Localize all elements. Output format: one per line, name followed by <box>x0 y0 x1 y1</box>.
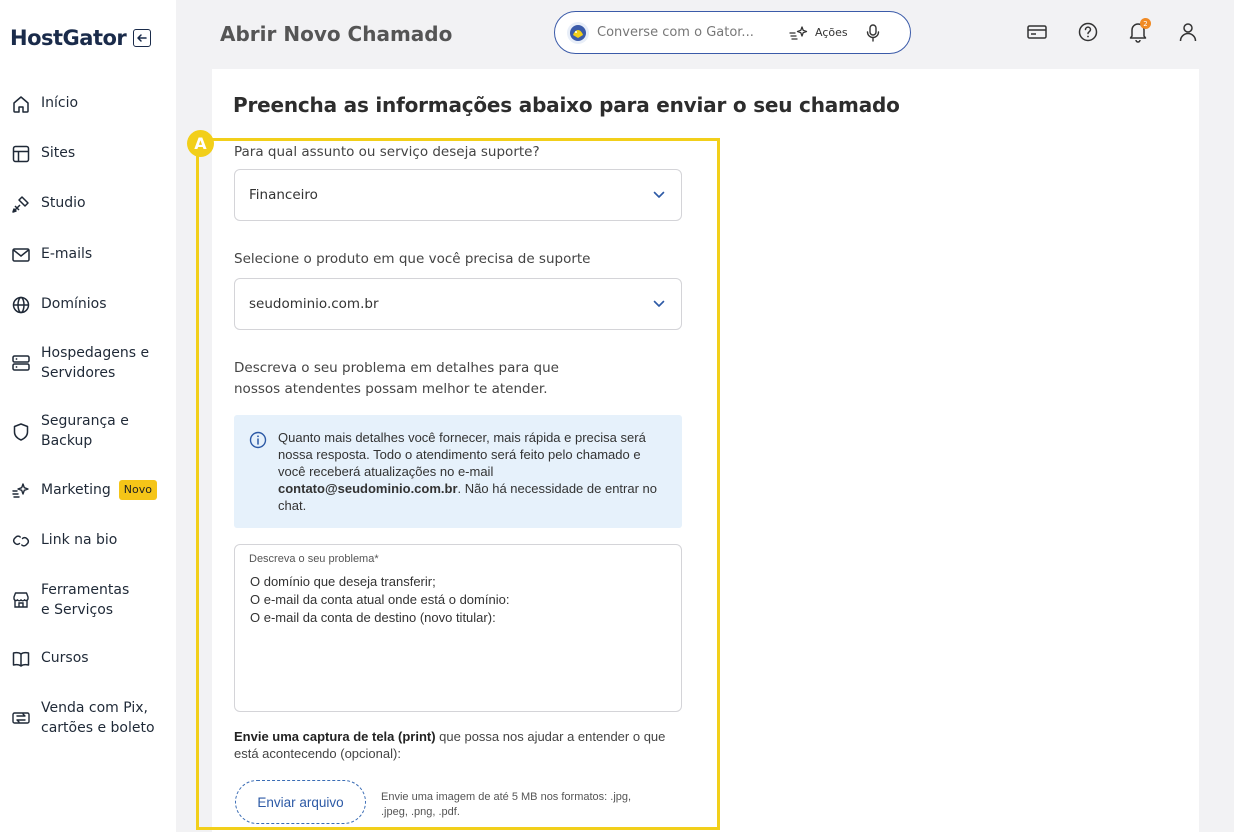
sidebar-item-label: Hospedagens e Servidores <box>41 345 150 381</box>
store-icon <box>10 589 32 611</box>
chevron-down-icon <box>653 191 665 198</box>
book-icon <box>10 648 32 670</box>
sidebar-item-label: Cursos <box>41 650 89 666</box>
sidebar-item-link-na-bio[interactable]: Link na bio <box>10 530 170 552</box>
globe-icon <box>10 294 32 316</box>
brand-logo[interactable]: HostGator <box>10 24 152 52</box>
upload-instructions-bold: Envie uma captura de tela (print) <box>234 729 436 744</box>
sidebar-item-label: Domínios <box>41 296 107 312</box>
user-account-icon[interactable] <box>1176 20 1200 44</box>
top-header: Abrir Novo Chamado Ações 2 <box>176 0 1234 68</box>
mail-icon <box>10 244 32 266</box>
layout-icon <box>10 143 32 165</box>
sidebar-item-label: Início <box>41 95 79 111</box>
sidebar-item-dominios[interactable]: Domínios <box>10 294 170 316</box>
sidebar-item-label: Venda com Pix, cartões e boleto <box>41 700 155 736</box>
problem-field[interactable]: Descreva o seu problema* O domínio que d… <box>234 544 682 712</box>
sidebar-item-venda-pix[interactable]: Venda com Pix, cartões e boleto <box>10 698 160 738</box>
sparkle-icon <box>10 480 32 502</box>
product-label: Selecione o produto em que você precisa … <box>234 251 591 267</box>
info-icon <box>249 431 267 449</box>
subject-label: Para qual assunto ou serviço deseja supo… <box>234 144 540 160</box>
sidebar-item-label: Studio <box>41 195 86 211</box>
billing-card-icon[interactable] <box>1025 20 1049 44</box>
gator-assistant-bar[interactable]: Ações <box>554 11 911 54</box>
actions-button[interactable]: Ações <box>789 25 848 41</box>
product-select[interactable]: seudominio.com.br <box>234 278 682 330</box>
describe-intro: Descreva o seu problema em detalhes para… <box>234 360 559 397</box>
link-icon <box>10 530 32 552</box>
sidebar-item-inicio[interactable]: Início <box>10 93 170 115</box>
sidebar-item-cursos[interactable]: Cursos <box>10 648 170 670</box>
product-selected-value: seudominio.com.br <box>249 296 379 312</box>
sidebar-item-hospedagens[interactable]: Hospedagens e Servidores <box>10 343 150 383</box>
sidebar: HostGator Início Sites Studio E-mails Do… <box>0 0 176 832</box>
upload-hint: Envie uma imagem de até 5 MB nos formato… <box>381 791 632 818</box>
collapse-sidebar-icon[interactable] <box>133 29 152 47</box>
sidebar-item-label: Marketing <box>41 482 111 498</box>
notifications-bell-icon[interactable]: 2 <box>1126 18 1151 44</box>
new-badge: Novo <box>118 480 157 500</box>
sidebar-item-label: Segurança e Backup <box>41 413 129 449</box>
sidebar-item-emails[interactable]: E-mails <box>10 244 170 266</box>
shield-icon <box>10 421 32 443</box>
sidebar-item-label: Sites <box>41 145 76 161</box>
info-email: contato@seudominio.com.br <box>278 481 458 496</box>
gator-chat-input[interactable] <box>597 25 769 40</box>
help-icon[interactable] <box>1076 20 1100 44</box>
sidebar-item-label: E-mails <box>41 246 93 262</box>
info-text-part-1: Quanto mais detalhes você fornecer, mais… <box>278 430 646 479</box>
sidebar-item-seguranca[interactable]: Segurança e Backup <box>10 411 140 451</box>
upload-file-button[interactable]: Enviar arquivo <box>235 780 366 824</box>
problem-textarea[interactable]: O domínio que deseja transferir; O e-mai… <box>250 573 670 703</box>
info-notice: Quanto mais detalhes você fornecer, mais… <box>234 415 682 528</box>
transfer-icon <box>10 707 32 729</box>
sidebar-item-marketing[interactable]: Marketing Novo <box>10 480 170 502</box>
page-title: Abrir Novo Chamado <box>220 22 453 46</box>
gator-avatar-icon <box>567 21 589 44</box>
brand-name: HostGator <box>10 26 127 50</box>
actions-label: Ações <box>815 26 848 39</box>
home-icon <box>10 93 32 115</box>
subject-select[interactable]: Financeiro <box>234 169 682 221</box>
sidebar-item-label: Link na bio <box>41 532 118 548</box>
paint-tools-icon <box>10 193 32 215</box>
form-title: Preencha as informações abaixo para envi… <box>233 93 900 117</box>
upload-instructions: Envie uma captura de tela (print) que po… <box>234 728 684 762</box>
problem-label: Descreva o seu problema* <box>249 553 379 565</box>
sparkle-icon <box>789 25 808 40</box>
sidebar-item-label: Ferramentas e Serviços <box>41 582 130 618</box>
server-icon <box>10 352 32 374</box>
microphone-icon[interactable] <box>866 23 880 42</box>
chevron-down-icon <box>653 300 665 307</box>
notifications-count: 2 <box>1140 18 1151 29</box>
sidebar-item-sites[interactable]: Sites <box>10 143 170 165</box>
subject-selected-value: Financeiro <box>249 187 318 203</box>
sidebar-item-ferramentas[interactable]: Ferramentas e Serviços <box>10 580 140 620</box>
highlight-marker: A <box>187 130 214 157</box>
sidebar-item-studio[interactable]: Studio <box>10 193 170 215</box>
